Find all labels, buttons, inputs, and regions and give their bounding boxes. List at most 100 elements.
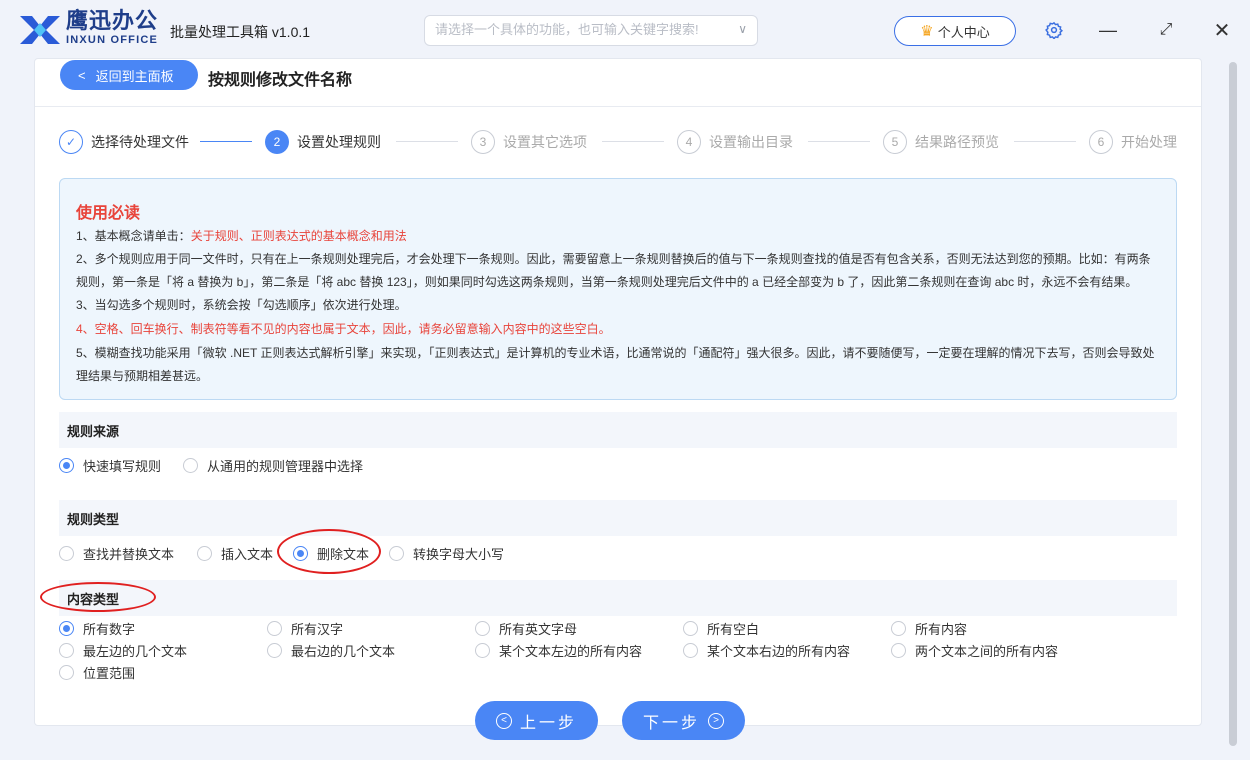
notice-line-1: 1、基本概念请单击：关于规则、正则表达式的基本概念和用法 xyxy=(76,224,1166,248)
minimize-icon[interactable]: — xyxy=(1096,18,1120,42)
notice-line-2a: 2、多个规则应用于同一文件时，只有在上一条规则处理完后，才会处理下一条规则。因此… xyxy=(76,252,1151,266)
radio-dot[interactable] xyxy=(59,621,74,636)
step-output-dir: 4 设置输出目录 xyxy=(677,130,793,154)
step-label: 设置其它选项 xyxy=(503,134,587,150)
radio-label: 最右边的几个文本 xyxy=(291,644,396,659)
radio-dot[interactable] xyxy=(59,643,74,658)
close-icon[interactable]: ✕ xyxy=(1210,18,1234,42)
radio-label: 最左边的几个文本 xyxy=(83,644,188,659)
step-label: 开始处理 xyxy=(1121,134,1177,150)
radio-label: 转换字母大小写 xyxy=(413,547,505,562)
radio-all-whitespace[interactable]: 所有空白 xyxy=(683,619,759,638)
radio-rule-manager[interactable]: 从通用的规则管理器中选择 xyxy=(183,456,363,475)
radio-label: 所有英文字母 xyxy=(499,622,578,637)
radio-dot[interactable] xyxy=(683,621,698,636)
back-to-home-button[interactable]: < 返回到主面板 xyxy=(60,60,198,90)
step-number: 6 xyxy=(1089,130,1113,154)
radio-dot[interactable] xyxy=(59,458,74,473)
radio-label: 两个文本之间的所有内容 xyxy=(915,644,1059,659)
radio-label: 插入文本 xyxy=(221,547,274,562)
app-title: 批量处理工具箱 v1.0.1 xyxy=(170,24,311,40)
step-label: 设置处理规则 xyxy=(297,134,381,150)
brand-name-cn: 鹰迅办公 xyxy=(66,9,159,34)
next-step-button[interactable]: 下一步 > xyxy=(622,701,745,740)
radio-convert-case[interactable]: 转换字母大小写 xyxy=(389,544,504,563)
radio-rightmost-text[interactable]: 最右边的几个文本 xyxy=(267,641,395,660)
step-number: 2 xyxy=(265,130,289,154)
brand-name-en: INXUN OFFICE xyxy=(66,34,159,46)
notice-title: 使用必读 xyxy=(76,205,141,222)
radio-dot[interactable] xyxy=(475,643,490,658)
radio-right-of-text[interactable]: 某个文本右边的所有内容 xyxy=(683,641,850,660)
step-preview: 5 结果路径预览 xyxy=(883,130,999,154)
radio-label: 快速填写规则 xyxy=(83,459,162,474)
step-number: 5 xyxy=(883,130,907,154)
chevron-left-icon: < xyxy=(78,67,86,83)
radio-dot[interactable] xyxy=(183,458,198,473)
radio-position-range[interactable]: 位置范围 xyxy=(59,663,135,682)
radio-label: 查找并替换文本 xyxy=(83,547,175,562)
crown-icon: ♛ xyxy=(920,23,934,40)
radio-dot[interactable] xyxy=(475,621,490,636)
scrollbar-thumb[interactable] xyxy=(1229,62,1237,746)
notice-line-4: 4、空格、回车换行、制表符等看不见的内容也属于文本，因此，请务必留意输入内容中的… xyxy=(76,322,611,336)
radio-dot[interactable] xyxy=(197,546,212,561)
notice-line-5a: 5、模糊查找功能采用「微软 .NET 正则表达式解析引擎」来实现，「正则表达式」… xyxy=(76,346,1155,360)
radio-quick-rule[interactable]: 快速填写规则 xyxy=(59,456,161,475)
notice-line-3: 3、当勾选多个规则时，系统会按「勾选顺序」依次进行处理。 xyxy=(76,298,407,312)
radio-insert-text[interactable]: 插入文本 xyxy=(197,544,273,563)
radio-label: 从通用的规则管理器中选择 xyxy=(207,459,364,474)
prev-step-button[interactable]: < 上一步 xyxy=(475,701,598,740)
radio-dot[interactable] xyxy=(267,643,282,658)
radio-leftmost-text[interactable]: 最左边的几个文本 xyxy=(59,641,187,660)
radio-label: 位置范围 xyxy=(83,666,136,681)
chevron-down-icon[interactable]: ∨ xyxy=(738,22,747,36)
radio-between-texts[interactable]: 两个文本之间的所有内容 xyxy=(891,641,1058,660)
step-connector xyxy=(602,141,664,142)
radio-dot[interactable] xyxy=(389,546,404,561)
function-search[interactable]: ∨ xyxy=(424,15,758,46)
radio-dot[interactable] xyxy=(59,546,74,561)
radio-dot[interactable] xyxy=(683,643,698,658)
step-number: 3 xyxy=(471,130,495,154)
radio-label: 所有内容 xyxy=(915,622,968,637)
radio-label: 某个文本左边的所有内容 xyxy=(499,644,643,659)
rule-type-header: 规则类型 xyxy=(59,500,1177,536)
search-input[interactable] xyxy=(435,22,725,37)
inxun-logo-icon xyxy=(20,16,60,44)
radio-left-of-text[interactable]: 某个文本左边的所有内容 xyxy=(475,641,642,660)
step-connector xyxy=(1014,141,1076,142)
settings-gear-icon[interactable] xyxy=(1042,18,1066,42)
maximize-icon[interactable]: ⤢ xyxy=(1154,18,1178,42)
regex-concepts-link[interactable]: 关于规则、正则表达式的基本概念和用法 xyxy=(191,229,407,243)
content-type-header: 内容类型 xyxy=(59,580,1177,616)
step-connector xyxy=(808,141,870,142)
user-center-button[interactable]: ♛ 个人中心 xyxy=(894,16,1016,46)
brand: 鹰迅办公 INXUN OFFICE xyxy=(66,9,159,47)
radio-find-replace[interactable]: 查找并替换文本 xyxy=(59,544,174,563)
title-bar: 鹰迅办公 INXUN OFFICE 批量处理工具箱 v1.0.1 ∨ ♛ 个人中… xyxy=(0,0,1250,60)
step-label: 设置输出目录 xyxy=(709,134,793,150)
radio-dot[interactable] xyxy=(267,621,282,636)
scrollbar[interactable] xyxy=(1226,60,1240,750)
radio-all-letters[interactable]: 所有英文字母 xyxy=(475,619,577,638)
step-select-files: ✓ 选择待处理文件 xyxy=(59,130,189,154)
page-title: 按规则修改文件名称 xyxy=(208,72,353,89)
radio-label: 所有汉字 xyxy=(291,622,344,637)
radio-label: 所有数字 xyxy=(83,622,136,637)
radio-dot[interactable] xyxy=(59,665,74,680)
highlight-annotation xyxy=(40,582,156,612)
next-step-label: 下一步 xyxy=(642,714,700,732)
check-icon: ✓ xyxy=(59,130,83,154)
step-connector xyxy=(396,141,458,142)
radio-label: 所有空白 xyxy=(707,622,760,637)
step-start: 6 开始处理 xyxy=(1089,130,1177,154)
radio-all-chinese[interactable]: 所有汉字 xyxy=(267,619,343,638)
step-label: 选择待处理文件 xyxy=(91,134,189,150)
highlight-annotation xyxy=(277,529,381,574)
radio-dot[interactable] xyxy=(891,643,906,658)
radio-dot[interactable] xyxy=(891,621,906,636)
radio-all-digits[interactable]: 所有数字 xyxy=(59,619,135,638)
step-set-rules: 2 设置处理规则 xyxy=(265,130,381,154)
radio-all-content[interactable]: 所有内容 xyxy=(891,619,967,638)
